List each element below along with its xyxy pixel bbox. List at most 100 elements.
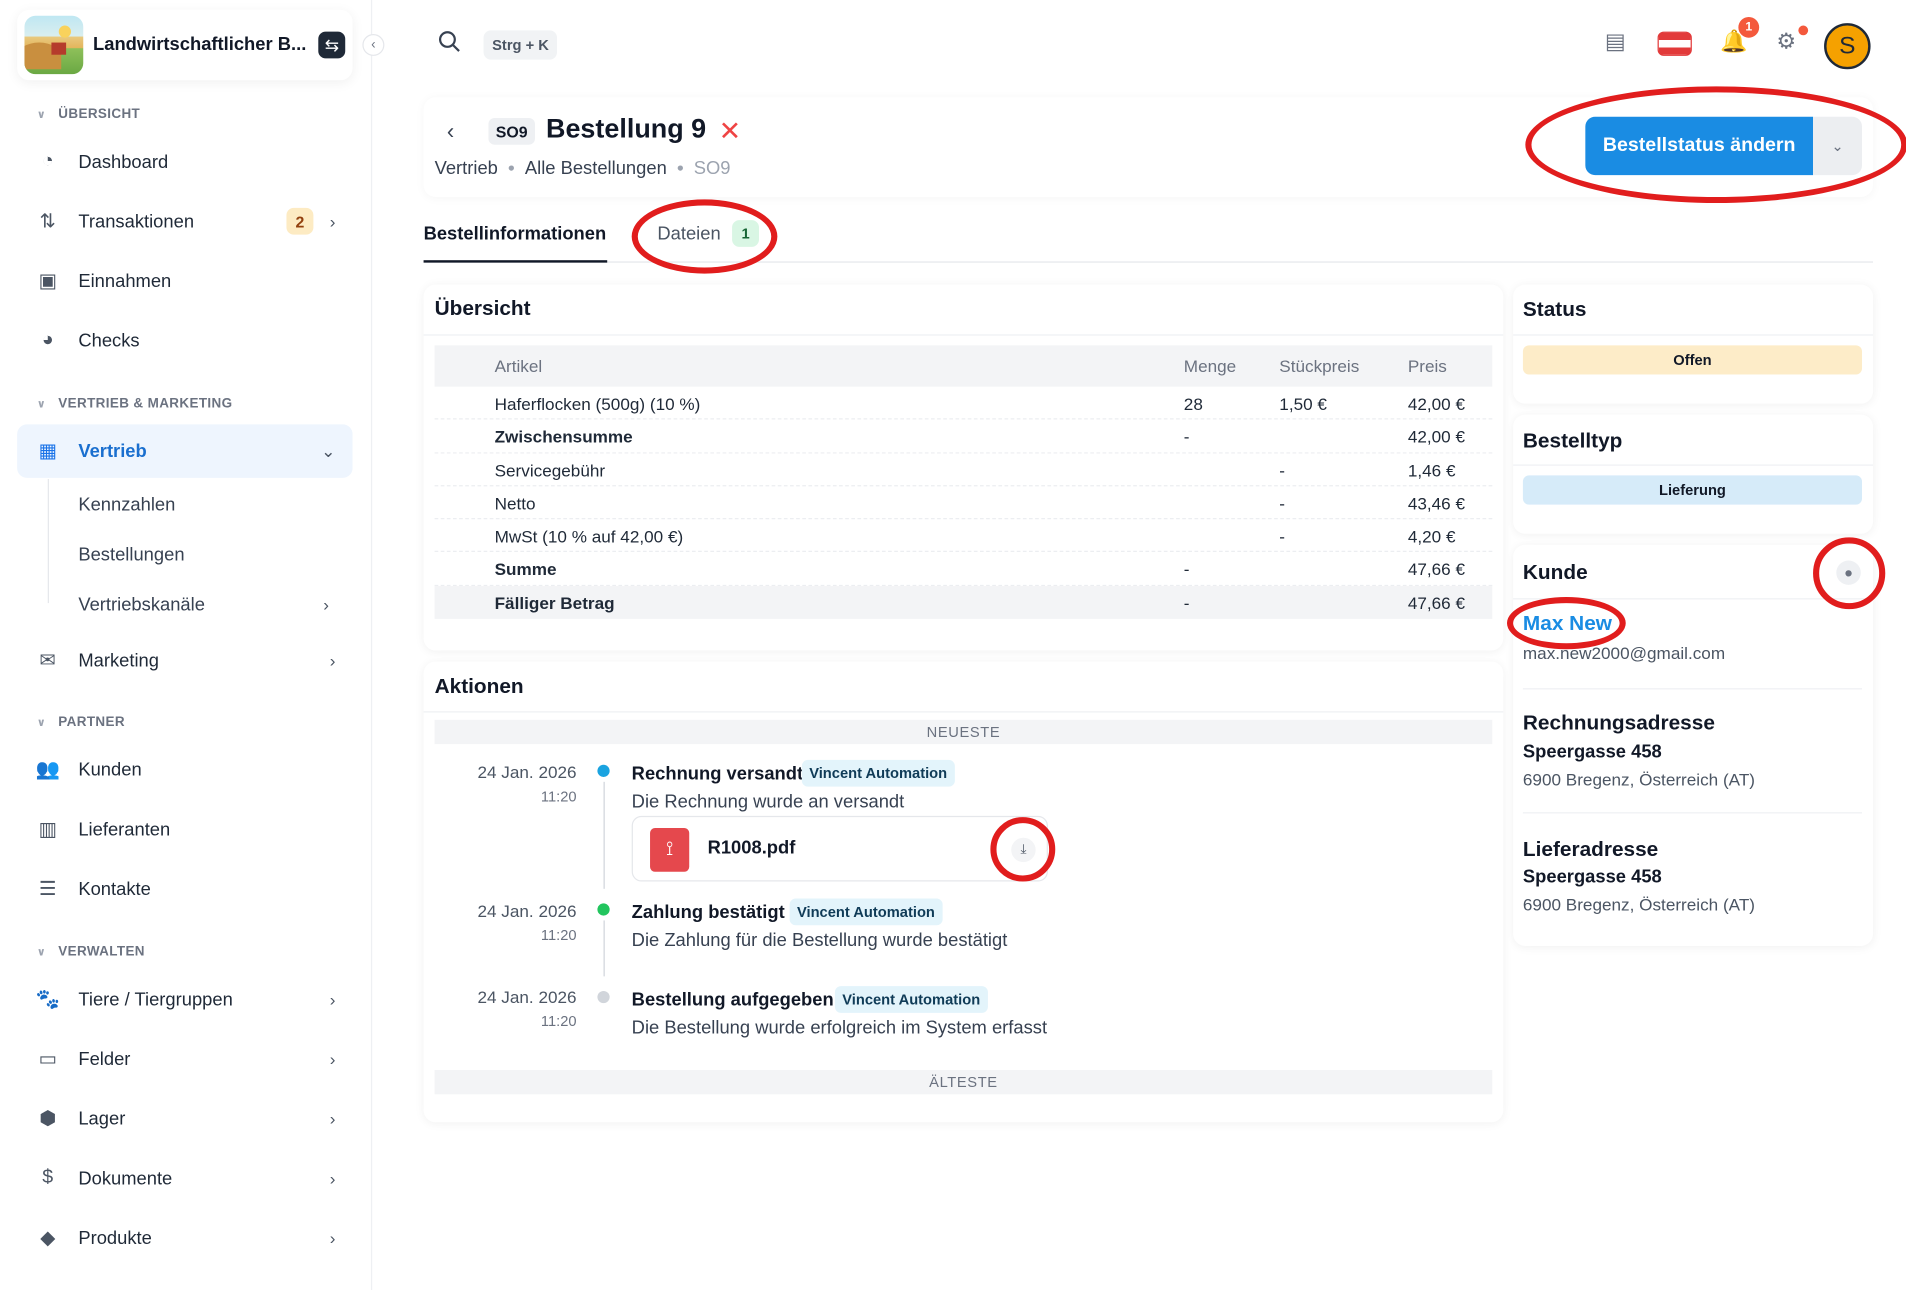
file-attachment[interactable]: ⟟ R1008.pdf ⤓ [631, 815, 1048, 882]
sidebar-item-transaktionen[interactable]: ⇅ Transaktionen 2 › [17, 195, 352, 248]
timeline-line [603, 781, 605, 889]
event-tag: Vincent Automation [834, 986, 988, 1013]
sidebar-item-marketing[interactable]: ✉ Marketing › [17, 633, 352, 686]
sidebar-item-kunden[interactable]: 👥 Kunden [17, 743, 352, 796]
file-name: R1008.pdf [707, 837, 796, 859]
sidebar-item-dashboard[interactable]: ◔ Dashboard [17, 135, 352, 188]
sidebar-item-einnahmen[interactable]: ▣ Einnahmen [17, 254, 352, 307]
section-verwalten[interactable]: ∨ VERWALTEN [37, 945, 145, 960]
col-stueckpreis: Stückpreis [1279, 356, 1360, 376]
breadcrumb: Vertrieb ● Alle Bestellungen ● SO9 [434, 158, 731, 179]
chevron-right-icon: › [329, 1228, 336, 1248]
shipping-city: 6900 Bregenz, Österreich (AT) [1522, 894, 1756, 915]
sidebar-item-felder[interactable]: ▭ Felder › [17, 1032, 352, 1085]
chevron-down-icon[interactable]: ⌄ [1813, 116, 1863, 176]
app-switcher[interactable]: Landwirtschaftlicher B... ⇆ [17, 9, 353, 81]
chevron-right-icon: › [323, 594, 329, 615]
building-icon: ▥ [38, 819, 58, 841]
search-icon[interactable] [438, 30, 460, 52]
topbar: Strg + K ▤ 🔔 1 ⚙ S [373, 0, 1906, 90]
sidebar-item-produkte[interactable]: ◆ Produkte › [17, 1211, 352, 1264]
dashboard-gauge-icon: ◔ [41, 150, 54, 172]
settings-gear-icon[interactable]: ⚙ [1776, 29, 1796, 55]
section-ubersicht[interactable]: ∨ ÜBERSICHT [37, 107, 140, 122]
close-icon[interactable]: ✕ [719, 116, 742, 148]
wallet-icon: ▣ [38, 271, 58, 292]
breadcrumb-vertrieb[interactable]: Vertrieb [435, 158, 498, 179]
billing-street: Speergasse 458 [1522, 741, 1662, 763]
table-row: Haferflocken (500g) (10 %) 28 1,50 €42,00 … [434, 387, 1493, 420]
chevron-right-icon: › [329, 211, 336, 232]
users-icon: 👥 [35, 759, 60, 781]
sidebar-subitem-kennzahlen[interactable]: Kennzahlen [78, 495, 175, 516]
event-description: Die Zahlung für die Bestellung wurde bes… [631, 930, 1008, 951]
timeline-dot-grey [597, 990, 610, 1004]
breadcrumb-alle-bestellungen[interactable]: Alle Bestellungen [525, 158, 667, 179]
table-row: Netto -43,46 € [434, 486, 1493, 520]
tab-bestellinformationen[interactable]: Bestellinformationen [424, 224, 607, 245]
app-title: Landwirtschaftlicher B... [93, 34, 307, 55]
mail-icon: ✉ [39, 650, 56, 672]
tag-icon: ◆ [40, 1228, 56, 1249]
download-icon[interactable]: ⤓ [1011, 837, 1036, 863]
event-date: 24 Jan. 2026 [477, 987, 577, 1007]
order-type-title: Bestelltyp [1522, 429, 1623, 453]
switch-app-icon[interactable]: ⇆ [318, 31, 346, 59]
customer-title: Kunde [1522, 560, 1588, 584]
contacts-icon: ☰ [38, 879, 57, 900]
timeline-dot-green [597, 903, 610, 916]
language-flag-icon[interactable] [1657, 31, 1692, 56]
overview-title: Übersicht [434, 296, 531, 320]
timeline-line [603, 920, 605, 977]
paw-icon: 🐾 [35, 989, 60, 1011]
status-badge: Offen [1522, 345, 1863, 375]
submenu-tree-line [47, 479, 65, 604]
sidebar-item-lieferanten[interactable]: ▥ Lieferanten [17, 802, 352, 855]
sidebar-item-vertrieb[interactable]: ▦ Vertrieb ⌄ [17, 424, 353, 478]
person-icon[interactable]: ● [1836, 560, 1861, 585]
notes-icon[interactable]: ▤ [1605, 29, 1626, 55]
section-vertrieb-marketing[interactable]: ∨ VERTRIEB & MARKETING [37, 396, 233, 411]
pdf-file-icon: ⟟ [650, 828, 690, 872]
sidebar-item-dokumente[interactable]: $ Dokumente › [17, 1151, 352, 1204]
document-dollar-icon: $ [42, 1167, 54, 1188]
event-title: Bestellung aufgegeben [631, 989, 834, 1011]
sidebar-item-lager[interactable]: ⬢ Lager › [17, 1092, 352, 1145]
event-title: Zahlung bestätigt [631, 902, 785, 923]
order-type-badge: Lieferung [1522, 475, 1863, 505]
sidebar: Landwirtschaftlicher B... ⇆ ‹ ∨ ÜBERSICHT… [0, 0, 385, 1290]
shipping-title: Lieferadresse [1522, 837, 1659, 861]
farm-logo-image [24, 15, 84, 75]
change-order-status-button[interactable]: Bestellstatus ändern [1585, 116, 1814, 176]
timeline-dot-blue [597, 764, 610, 777]
sidebar-item-kontakte[interactable]: ☰ Kontakte [17, 862, 352, 915]
notification-count: 1 [1738, 17, 1760, 38]
transactions-badge: 2 [286, 207, 314, 235]
page-title: Bestellung 9 [545, 113, 707, 144]
table-header: Artikel Menge Stückpreis Preis [434, 345, 1493, 387]
event-date: 24 Jan. 2026 [477, 900, 577, 921]
breadcrumb-current: SO9 [693, 158, 731, 179]
search-shortcut[interactable]: Strg + K [483, 30, 558, 60]
back-icon[interactable]: ‹ [447, 119, 454, 145]
sidebar-subitem-vertriebskanaele[interactable]: Vertriebskanäle [78, 595, 205, 616]
avatar[interactable]: S [1824, 23, 1871, 70]
sidebar-item-tiere[interactable]: 🐾 Tiere / Tiergruppen › [17, 973, 352, 1026]
map-icon: ▭ [38, 1049, 58, 1070]
chevron-right-icon: › [329, 989, 336, 1010]
chevron-right-icon: › [329, 1049, 336, 1069]
sidebar-subitem-bestellungen[interactable]: Bestellungen [78, 545, 184, 566]
customer-name-link[interactable]: Max New [1523, 612, 1612, 636]
oldest-label: ÄLTESTE [434, 1069, 1493, 1095]
order-items-table: Artikel Menge Stückpreis Preis Haferfloc… [434, 345, 1493, 619]
col-menge: Menge [1183, 356, 1237, 376]
event-time: 11:20 [540, 787, 577, 805]
col-preis: Preis [1407, 356, 1447, 376]
tab-dateien[interactable]: Dateien [657, 224, 720, 245]
event-time: 11:20 [540, 926, 577, 944]
sidebar-item-checks[interactable]: ◕ Checks [17, 314, 352, 367]
col-artikel: Artikel [494, 356, 543, 376]
section-partner[interactable]: ∨ PARTNER [37, 715, 125, 730]
store-icon: ▦ [38, 441, 58, 463]
table-row: Servicegebühr -1,46 € [434, 453, 1493, 487]
